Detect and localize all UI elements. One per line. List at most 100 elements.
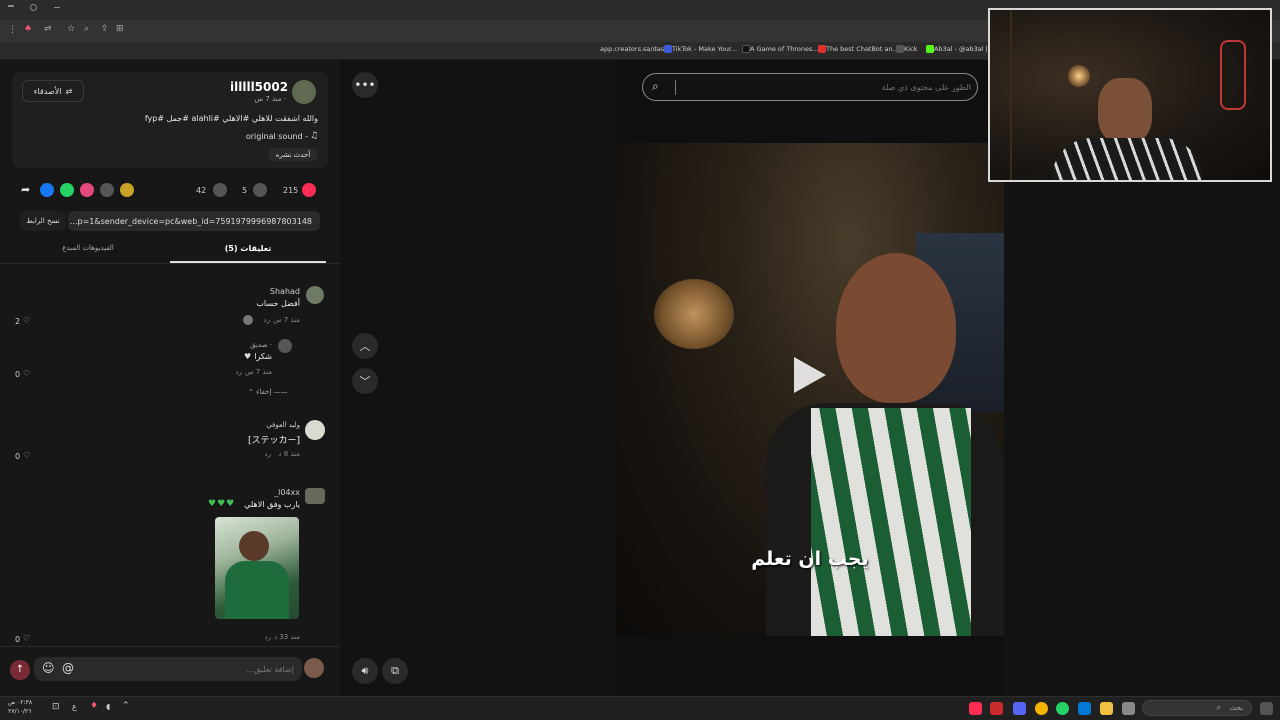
streamer-head-shape	[1098, 78, 1152, 144]
sound-name[interactable]: original sound -	[212, 132, 308, 141]
post-caption: والله اشفقت للاهلي #الاهلي #alahli #جمل …	[144, 114, 318, 123]
creator-liked-avatar	[243, 315, 253, 325]
navigation-column: ••• ︿ ﹀ 🔊︎ ⧉	[340, 60, 616, 696]
edge-icon[interactable]	[1078, 702, 1091, 715]
sidebar-icon[interactable]: ⇌	[44, 24, 52, 34]
share-icon[interactable]: ⇪	[101, 24, 109, 34]
swap-icon: ⇄	[65, 86, 73, 96]
start-icon[interactable]	[1260, 702, 1273, 715]
heart-outline-icon[interactable]: ♡	[23, 451, 30, 460]
discord-icon[interactable]	[1013, 702, 1026, 715]
app-icon[interactable]	[990, 702, 1003, 715]
taskbar-search[interactable]: بحث ⌕	[1142, 700, 1252, 716]
bookmark-item[interactable]: TikTok - Make Your...	[661, 45, 737, 53]
tab-comments[interactable]: تعليقات (5)	[170, 244, 326, 253]
bookmark-item[interactable]: A Game of Thrones...	[739, 45, 819, 53]
heart-outline-icon[interactable]: ♡	[23, 634, 30, 643]
copy-link-button[interactable]: نسخ الرابط	[20, 211, 66, 231]
avatar[interactable]	[305, 488, 325, 504]
comment-author[interactable]: Shahad	[220, 287, 300, 296]
mic-icon[interactable]: ♦	[90, 701, 98, 711]
comment-author[interactable]: _l04xx	[220, 488, 300, 497]
translate-icon[interactable]: ⊞	[116, 24, 124, 34]
neon-sign-shape	[1220, 40, 1246, 110]
facebook-icon[interactable]	[40, 183, 54, 197]
streamer-body-shape	[1052, 138, 1202, 180]
comment-icon[interactable]	[253, 183, 267, 197]
friends-button[interactable]: الأصدقاء ⇄	[22, 80, 84, 102]
avatar[interactable]	[305, 420, 325, 440]
clock-time[interactable]: ٠٢:٣٨ ص	[8, 699, 32, 706]
video-player[interactable]: يجب ان تعلم	[616, 143, 1004, 636]
restore-icon[interactable]	[30, 4, 37, 11]
reply-link[interactable]: رد	[255, 450, 272, 458]
sticker-image[interactable]	[215, 517, 299, 619]
comment-text: أفضل حساب	[256, 299, 300, 308]
zoom-icon[interactable]: ⌕	[84, 24, 89, 34]
more-options-button[interactable]: •••	[352, 72, 378, 98]
tab-creator-videos[interactable]: الفيديوهات المبدع	[10, 244, 166, 252]
store-icon[interactable]	[1122, 702, 1135, 715]
minimize-icon[interactable]	[8, 5, 14, 7]
search-input[interactable]	[679, 77, 971, 97]
video-column: ⌕ يجب ان تعلم	[616, 60, 1004, 696]
avatar[interactable]	[278, 339, 292, 353]
avatar[interactable]	[306, 286, 324, 304]
post-link-field[interactable]: ...p=1&sender_device=pc&web_id=759197999…	[68, 211, 320, 231]
search-bar[interactable]: ⌕	[642, 73, 978, 101]
comment-like-count: 0	[15, 452, 21, 461]
chevron-up-icon[interactable]: ⌃	[122, 701, 130, 711]
search-icon[interactable]: ⌕	[652, 79, 659, 94]
heart-outline-icon[interactable]: ♡	[23, 369, 30, 378]
comments-panel: illlll5002 · منذ 7 س الأصدقاء ⇄ والله اش…	[0, 60, 340, 696]
telegram-icon[interactable]	[80, 183, 94, 197]
avatar	[304, 658, 324, 678]
speaker-icon[interactable]: ◖	[106, 702, 110, 711]
share-arrow-icon[interactable]: ➦	[21, 183, 30, 196]
latest-share-badge[interactable]: أحدث نشره	[268, 148, 318, 161]
menu-dots-icon[interactable]: ⋮	[8, 25, 17, 35]
comment-author[interactable]: وليد العوفي	[220, 421, 300, 429]
next-video-button[interactable]: ﹀	[352, 368, 378, 394]
tiktok-app-icon[interactable]	[969, 702, 982, 715]
embed-icon[interactable]	[100, 183, 114, 197]
emoji-icon[interactable]: ☺	[42, 661, 55, 675]
bookmark-item[interactable]: app.creators.sa/das...	[600, 45, 670, 53]
bookmark-item[interactable]: Kick	[893, 45, 917, 53]
file-explorer-icon[interactable]	[1100, 702, 1113, 715]
clock-date[interactable]: ٢٧/١٠/٢٦	[8, 708, 31, 715]
bookmark-item[interactable]: Ab3al - @ab3al |...	[923, 45, 994, 53]
previous-video-button[interactable]: ︿	[352, 333, 378, 359]
heart-outline-icon[interactable]: ♡	[23, 316, 30, 325]
volume-button[interactable]: 🔊︎	[352, 658, 378, 684]
window-dash-icon[interactable]	[54, 7, 60, 8]
reply-author[interactable]: · صديق	[200, 341, 272, 349]
green-heart-emojis-icon: ♥♥♥	[208, 499, 236, 509]
reply-link[interactable]: رد	[255, 633, 272, 641]
bookmark-item[interactable]: The best ChatBot an...	[815, 45, 899, 53]
whatsapp-app-icon[interactable]	[1056, 702, 1069, 715]
extension-icon[interactable]: ♠	[24, 24, 32, 34]
avatar[interactable]	[292, 80, 316, 104]
hide-replies-button[interactable]: ⌃ إخفاء ——	[248, 388, 298, 396]
post-username[interactable]: illlll5002	[230, 80, 288, 94]
pip-button[interactable]: ⧉	[382, 658, 408, 684]
comment-input[interactable]	[34, 657, 302, 681]
post-meta: · منذ 7 س	[254, 95, 286, 103]
divider	[0, 263, 340, 264]
play-icon[interactable]	[794, 357, 826, 393]
reply-link[interactable]: رد	[226, 368, 243, 376]
coin-icon[interactable]	[120, 183, 134, 197]
mention-icon[interactable]: @	[62, 661, 74, 675]
reply-link[interactable]: رد	[252, 316, 271, 324]
bookmark-icon[interactable]	[213, 183, 227, 197]
like-icon[interactable]	[302, 183, 316, 197]
chrome-icon[interactable]	[1035, 702, 1048, 715]
star-icon[interactable]: ☆	[67, 24, 75, 34]
notification-icon[interactable]: ⊡	[52, 702, 60, 712]
language-icon[interactable]: ع	[72, 702, 77, 711]
whatsapp-icon[interactable]	[60, 183, 74, 197]
save-count: 42	[196, 186, 207, 195]
post-comment-button[interactable]: ↑	[10, 660, 30, 680]
empty-area	[1004, 180, 1280, 696]
